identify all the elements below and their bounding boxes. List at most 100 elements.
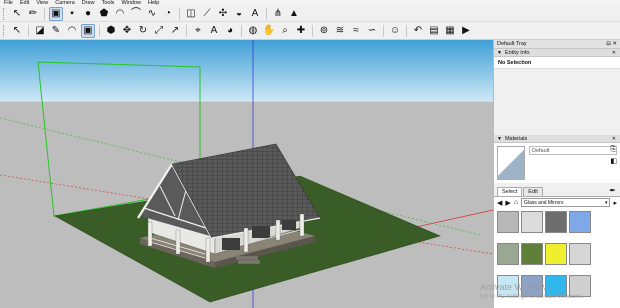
tray-controls[interactable]: ⊟ ✕	[606, 41, 617, 47]
circle-tool-icon[interactable]: ●	[81, 7, 95, 21]
materials-title: Materials	[504, 135, 528, 142]
materials-tabs: Select Edit ✒	[494, 183, 620, 196]
steps	[235, 255, 261, 265]
toolbar-separator	[28, 24, 29, 37]
zoom-icon[interactable]: ⌕	[278, 24, 292, 38]
rectangle-tool-icon[interactable]: ▣	[49, 6, 63, 21]
text-tool-icon[interactable]: A	[248, 7, 262, 21]
swatch-grid	[494, 208, 620, 308]
follow-me-icon[interactable]: ↗	[168, 24, 182, 38]
text-icon[interactable]: A	[207, 24, 221, 38]
material-swatch-8[interactable]	[569, 243, 591, 265]
material-name-field[interactable]: Default	[529, 146, 617, 155]
close-icon[interactable]: ✕	[612, 136, 616, 142]
polygon-tool-icon[interactable]: ⬟	[97, 7, 111, 21]
create-material-icon[interactable]: ⎘	[610, 146, 617, 154]
toolbar-top: ↖ ✏ ▣ ▪ ● ⬟ ◠ ⌒ ∿ ◔ ◫ ⟋ ✣ ◒ A ⋔ ▲	[0, 6, 620, 22]
rectangle-draw-icon[interactable]: ▣	[81, 23, 95, 38]
arc-2pt-tool-icon[interactable]: ⌒	[129, 7, 143, 21]
back-icon[interactable]: ◀	[497, 199, 502, 207]
pencil-icon[interactable]: ✎	[49, 24, 63, 38]
offset-tool-icon[interactable]: ◫	[184, 7, 198, 21]
pie-tool-icon[interactable]: ◔	[161, 7, 175, 21]
collapse-arrow-icon[interactable]: ▼	[497, 50, 502, 56]
details-icon[interactable]: ▸	[613, 199, 617, 207]
export-icon[interactable]: ▦	[443, 24, 457, 38]
default-tray: Default Tray ⊟ ✕ ▼ Entity Info ✕ No Sele…	[493, 40, 620, 308]
entity-info-header[interactable]: ▼ Entity Info ✕	[494, 49, 620, 57]
toolbar-bottom: ↖ ◪ ✎ ◠ ▣ ⬢ ✥ ↻ ⤢ ↗ ⌖ A ◕ ◍ ✋ ⌕ ✚ ⊚ ≋ ≈ ∽ ☺ ↶ ▤ ▦ ▶	[0, 22, 620, 40]
entity-info-title: Entity Info	[504, 49, 530, 56]
play-icon[interactable]: ▶	[459, 24, 473, 38]
undo-icon[interactable]: ↶	[411, 24, 425, 38]
orbit-icon[interactable]: ◍	[246, 24, 260, 38]
freehand-tool-icon[interactable]: ∿	[145, 7, 159, 21]
toolbar-separator	[266, 7, 267, 20]
sandbox-3-icon[interactable]: ∽	[365, 24, 379, 38]
square-tool-icon[interactable]: ▪	[65, 7, 79, 21]
activate-windows-title: Activate Windows	[480, 282, 552, 292]
material-swatch-4[interactable]	[569, 211, 591, 233]
material-swatch-5[interactable]	[497, 243, 519, 265]
forward-icon[interactable]: ▶	[505, 199, 510, 207]
tab-edit[interactable]: Edit	[523, 187, 543, 196]
select-tool-icon[interactable]: ↖	[10, 7, 24, 21]
materials-header[interactable]: ▼ Materials ✕	[494, 135, 620, 143]
tray-header: Default Tray ⊟ ✕	[494, 40, 620, 49]
tape-measure-icon[interactable]: ⟋	[200, 7, 214, 21]
toolbar-separator	[312, 24, 313, 37]
sandbox-1-icon[interactable]: ≋	[333, 24, 347, 38]
section-plane-icon[interactable]: ▲	[287, 7, 301, 21]
material-swatch-3[interactable]	[545, 211, 567, 233]
scenes-icon[interactable]: ▤	[427, 24, 441, 38]
eyedropper-icon[interactable]: ✒	[609, 186, 616, 195]
default-material-icon[interactable]: ◧	[610, 157, 617, 165]
line-tool-icon[interactable]: ✏	[26, 7, 40, 21]
sky	[0, 40, 493, 102]
library-select-value: Glass and Mirrors	[524, 200, 564, 206]
paint-bucket-icon[interactable]: ◕	[223, 24, 237, 38]
material-swatch-2[interactable]	[521, 211, 543, 233]
sandbox-2-icon[interactable]: ≈	[349, 24, 363, 38]
toolbar-separator	[241, 24, 242, 37]
push-pull-icon[interactable]: ⬢	[104, 24, 118, 38]
arc-tool-icon[interactable]: ◠	[113, 7, 127, 21]
entity-info-value: No Selection	[494, 57, 620, 69]
tape-icon[interactable]: ⌖	[191, 24, 205, 38]
library-select[interactable]: Glass and Mirrors ▾	[521, 198, 611, 207]
activate-windows-subtitle: Go to PC settings to activate Windows.	[480, 294, 584, 300]
chevron-down-icon: ▾	[604, 200, 608, 206]
library-bar: ◀ ▶ ⌂ Glass and Mirrors ▾ ▸	[494, 196, 620, 208]
rotate-icon[interactable]: ↻	[136, 24, 150, 38]
arc-draw-icon[interactable]: ◠	[65, 24, 79, 38]
eraser-icon[interactable]: ◪	[33, 24, 47, 38]
toolbar-separator	[44, 7, 45, 20]
user-icon[interactable]: ☺	[388, 24, 402, 38]
zoom-extents-icon[interactable]: ✚	[294, 24, 308, 38]
material-preview-area: Default ⎘ ◧	[494, 143, 620, 183]
collapse-arrow-icon[interactable]: ▼	[497, 136, 502, 142]
material-side-buttons: ⎘ ◧	[610, 146, 617, 165]
close-icon[interactable]: ✕	[612, 50, 616, 56]
move-icon[interactable]: ✥	[120, 24, 134, 38]
toolbar-grip[interactable]	[3, 7, 6, 20]
toolbar-grip[interactable]	[3, 24, 6, 37]
tray-spacer	[494, 69, 620, 135]
protractor-icon[interactable]: ✣	[216, 7, 230, 21]
home-icon[interactable]: ⌂	[514, 199, 518, 206]
toolbar-separator	[406, 24, 407, 37]
toolbar-separator	[179, 7, 180, 20]
warehouse-icon[interactable]: ⊚	[317, 24, 331, 38]
material-swatch-6[interactable]	[521, 243, 543, 265]
toolbar-separator	[383, 24, 384, 37]
model-viewport[interactable]	[0, 40, 493, 308]
dimension-icon[interactable]: ◒	[232, 7, 246, 21]
select-arrow-icon[interactable]: ↖	[10, 24, 24, 38]
scale-icon[interactable]: ⤢	[152, 24, 166, 38]
material-swatch-7[interactable]	[545, 243, 567, 265]
material-swatch-1[interactable]	[497, 211, 519, 233]
tab-select[interactable]: Select	[497, 187, 523, 196]
pan-icon[interactable]: ✋	[262, 24, 276, 38]
current-material-swatch	[497, 146, 525, 180]
axes-tool-icon[interactable]: ⋔	[271, 7, 285, 21]
